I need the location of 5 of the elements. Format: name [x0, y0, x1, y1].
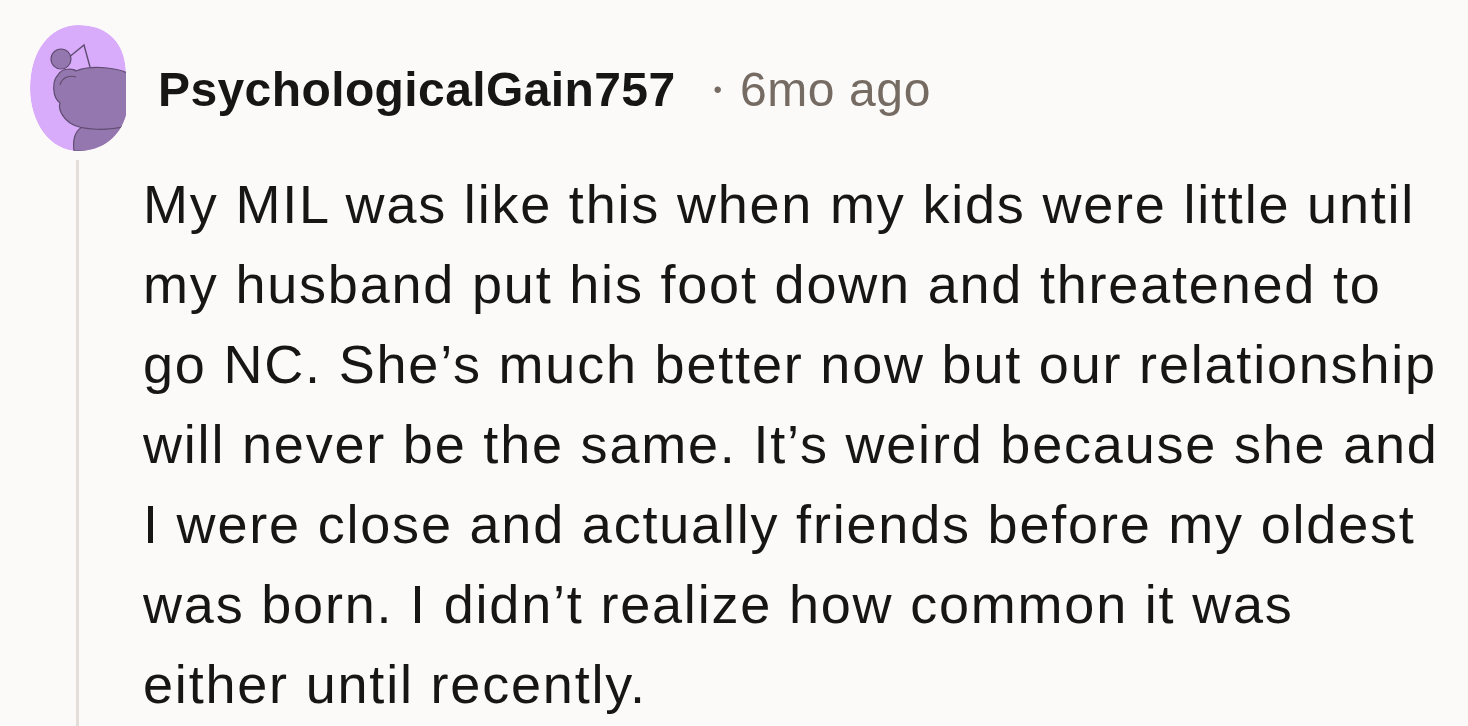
timestamp: 6mo ago: [739, 66, 931, 114]
comment-text: My MIL was like this when my kids were little until my husband put his foot down and threatened to go NC. She’s much better now but our relationship will never be the same. It’s weird because she and I were close and actually friends before my oldest was born. I didn’t realize how common it was either until recently.: [143, 173, 1440, 716]
username-link[interactable]: PsychologicalGain757: [158, 66, 676, 114]
separator-dot: •: [713, 78, 722, 102]
avatar-icon[interactable]: [30, 25, 126, 151]
